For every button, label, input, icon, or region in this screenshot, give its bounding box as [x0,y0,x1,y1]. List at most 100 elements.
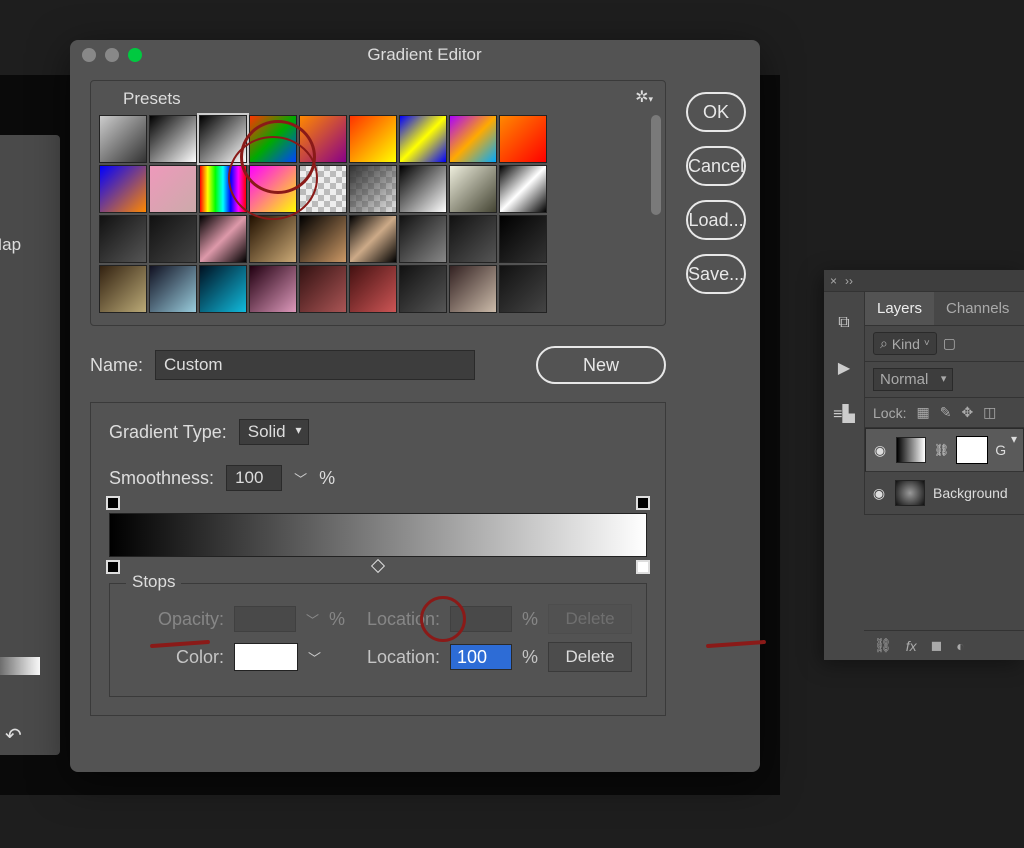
layer-thumbnail[interactable] [896,437,926,463]
load-button[interactable]: Load... [686,200,746,240]
preset-swatch[interactable] [299,115,347,163]
tab-layers[interactable]: Layers [865,292,934,325]
preset-swatch[interactable] [399,115,447,163]
preset-swatch[interactable] [499,165,547,213]
preset-swatch[interactable] [149,265,197,313]
image-filter-icon[interactable]: ▢ [943,335,956,352]
preset-swatch[interactable] [449,215,497,263]
preset-swatch[interactable] [299,165,347,213]
lock-artboard-icon[interactable]: ◫ [983,404,996,421]
delete-color-stop-button[interactable]: Delete [548,642,632,672]
stops-label: Stops [126,572,181,592]
save-button[interactable]: Save... [686,254,746,294]
color-swatch[interactable] [234,643,298,671]
preset-swatch[interactable] [99,115,147,163]
visibility-icon[interactable]: ◉ [871,485,887,502]
link-icon[interactable]: ⛓ [934,443,949,457]
preset-swatch[interactable] [99,165,147,213]
layer-thumbnail[interactable] [895,480,925,506]
preset-swatch[interactable] [349,115,397,163]
close-icon[interactable]: × [830,274,837,288]
preset-swatch[interactable] [249,115,297,163]
preset-swatch[interactable] [449,165,497,213]
gradient-bar[interactable] [109,513,647,557]
preset-swatch[interactable] [99,265,147,313]
color-location-input[interactable] [450,644,512,670]
gradient-map-item[interactable]: Map [0,235,60,255]
preset-swatch[interactable] [499,115,547,163]
gradient-type-select[interactable]: Solid [239,419,309,445]
chevron-down-icon[interactable]: ﹀ [308,648,321,667]
blend-mode-select[interactable]: Normal [873,368,953,391]
history-icon[interactable]: ⧉ [838,314,849,332]
name-input[interactable] [155,350,475,380]
close-icon[interactable] [82,48,96,62]
preset-swatch[interactable] [399,265,447,313]
preset-swatch[interactable] [199,215,247,263]
adjustments-panel: Map ↶ [0,135,60,755]
preset-swatch[interactable] [149,215,197,263]
link-layers-icon[interactable]: ⛓ [874,637,892,654]
preset-swatch[interactable] [149,115,197,163]
smoothness-label: Smoothness: [109,468,214,489]
preset-swatch[interactable] [449,115,497,163]
opacity-location-input [450,606,512,632]
cancel-button[interactable]: Cancel [686,146,746,186]
fx-icon[interactable]: fx [906,638,917,654]
preset-swatch[interactable] [349,265,397,313]
preset-swatch[interactable] [249,215,297,263]
smoothness-input[interactable] [226,465,282,491]
adjustment-icon[interactable]: ◐ [956,638,964,654]
color-stop-left[interactable] [106,560,120,574]
layer-name[interactable]: Background [933,485,1008,501]
dialog-titlebar[interactable]: Gradient Editor [70,40,760,70]
new-button[interactable]: New [536,346,666,384]
play-icon[interactable]: ▶ [838,358,850,378]
preset-swatch[interactable] [249,265,297,313]
preset-swatch[interactable] [399,165,447,213]
color-stop-right[interactable] [636,560,650,574]
layer-row[interactable]: ◉ ⛓ G [865,428,1024,472]
lock-brush-icon[interactable]: ✎ [940,404,952,421]
gradient-editor-dialog: Gradient Editor Presets ✲▾ [70,40,760,772]
preset-swatch[interactable] [349,165,397,213]
preset-swatch[interactable] [349,215,397,263]
gradient-settings-section: Gradient Type: Solid Smoothness: ﹀ % [90,402,666,716]
preset-swatch[interactable] [399,215,447,263]
layer-name[interactable]: G [995,442,1006,458]
stops-section: Stops Opacity: ﹀ % Location: % Delete Co… [109,583,647,697]
midpoint-handle[interactable] [371,559,385,573]
preset-swatch[interactable] [499,215,547,263]
preset-swatch[interactable] [299,265,347,313]
gear-icon[interactable]: ✲▾ [635,87,653,107]
preset-scrollbar[interactable] [651,115,661,215]
opacity-stop-left[interactable] [106,496,120,510]
opacity-stop-right[interactable] [636,496,650,510]
preset-swatch[interactable] [449,265,497,313]
tab-channels[interactable]: Channels [934,292,1021,325]
chevron-down-icon[interactable]: ﹀ [294,469,307,488]
layer-filter-select[interactable]: ⌕Kind ˅ [873,332,937,355]
preset-swatch[interactable] [499,265,547,313]
preset-swatch[interactable] [199,115,247,163]
mask-icon[interactable]: ◼ [931,637,943,654]
panel-header[interactable]: × ›› [824,270,1024,292]
preset-swatch[interactable] [99,215,147,263]
visibility-icon[interactable]: ◉ [872,442,888,459]
lock-position-icon[interactable]: ✥ [961,404,973,421]
preset-swatch[interactable] [199,165,247,213]
panel-tabs: Layers Channels [865,292,1024,326]
gradient-preview-strip[interactable] [0,657,40,675]
stamp-icon[interactable]: ≡▙ [833,404,855,424]
opacity-label: Opacity: [124,609,224,630]
layer-row[interactable]: ◉ Background [865,472,1024,515]
lock-pixels-icon[interactable]: ▦ [916,404,929,421]
preset-swatch[interactable] [199,265,247,313]
ok-button[interactable]: OK [686,92,746,132]
preset-swatch[interactable] [249,165,297,213]
preset-swatch[interactable] [299,215,347,263]
undo-icon[interactable]: ↶ [5,723,22,748]
mask-thumbnail[interactable] [957,437,987,463]
preset-swatch[interactable] [149,165,197,213]
expand-icon[interactable]: ›› [845,274,853,288]
